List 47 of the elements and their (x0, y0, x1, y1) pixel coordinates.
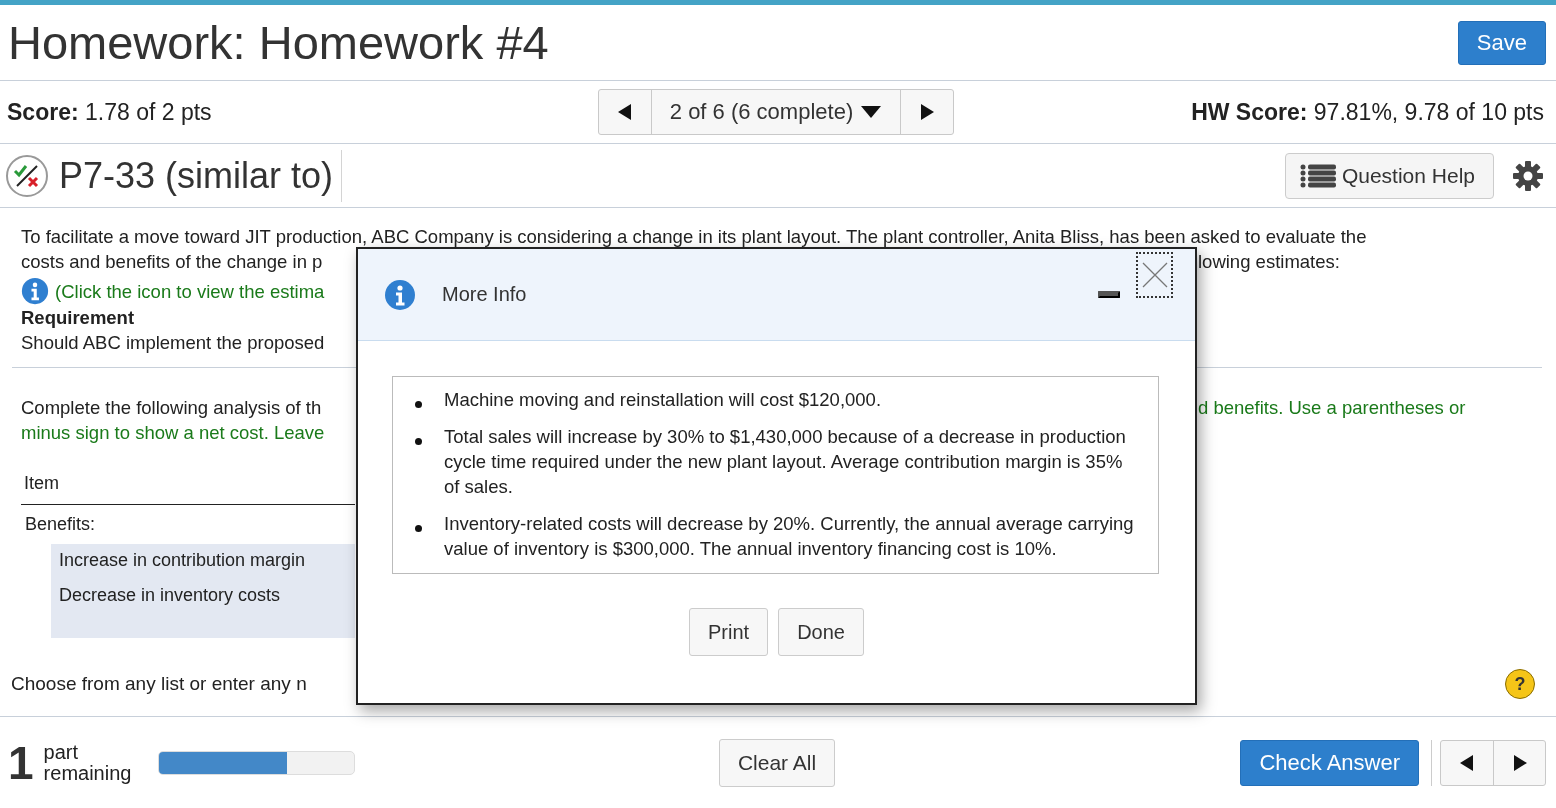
column-header: Item (21, 473, 355, 505)
check-answer-button[interactable]: Check Answer (1240, 739, 1419, 786)
estimate-text: Inventory-related costs will decrease by 20%. Currently, the annual average carrying value of inventory is $300,000. The annual inventory financing cost is 10%. (444, 512, 1135, 561)
right-triangle-icon (919, 104, 934, 120)
question-text: Should ABC implement the proposed (21, 332, 325, 353)
partial-credit-icon (5, 153, 49, 198)
estimate-text: Total sales will increase by 30% to $1,430,000 because of a decrease in production cycle time required under the new plant layout. Average contribution margin is 35% of sales. (444, 425, 1127, 499)
help-button[interactable]: ? (1505, 669, 1535, 699)
info-link-text: (Click the icon to view the estima (55, 279, 325, 304)
estimate-text: Machine moving and reinstallation will cost $120,000. (444, 388, 882, 412)
page-title: Homework: Homework #4 (8, 15, 549, 70)
question-title: P7-33 (similar to) (59, 149, 343, 202)
bullet-icon (415, 438, 422, 445)
left-triangle-icon (617, 104, 632, 120)
bullet-icon (415, 401, 422, 408)
requirement-heading: Requirement (21, 307, 135, 328)
group-label: Benefits: (24, 513, 97, 535)
dialog-title: More Info (442, 283, 527, 306)
minimize-button[interactable] (1098, 291, 1120, 298)
remaining-label: part remaining (43, 741, 133, 784)
settings-icon[interactable] (1512, 159, 1544, 192)
info-icon[interactable] (384, 278, 416, 311)
question-text: lowing estimates: (1198, 251, 1340, 272)
hint-text: Choose from any list or enter any n (11, 673, 307, 695)
close-icon (1141, 261, 1168, 288)
question-text: To facilitate a move toward JIT production, ABC Company is considering a change in its plant layout. The plant controller, Anita Bliss, has been asked to evaluate the (21, 226, 1367, 247)
right-triangle-icon (1512, 754, 1527, 771)
left-triangle-icon (1460, 754, 1474, 771)
close-button[interactable] (1136, 251, 1173, 298)
question-help-button[interactable]: Question Help (1284, 152, 1494, 199)
instruction-text: d benefits. Use a parentheses or (1198, 397, 1466, 418)
row-label: Increase in contribution margin (59, 550, 307, 571)
score-text: Score: 1.78 of 2 pts (7, 98, 213, 126)
dialog-button[interactable]: Done (778, 608, 864, 656)
question-text: Complete the following analysis of th (21, 397, 322, 418)
info-icon[interactable] (21, 277, 49, 305)
caret-icon (861, 106, 882, 118)
row-label: Decrease in inventory costs (59, 585, 282, 606)
list-icon (1299, 163, 1336, 188)
hw-score-text: HW Score: 97.81%, 9.78 of 10 pts (1191, 98, 1544, 126)
instruction-text: minus sign to show a net cost. Leave (21, 422, 325, 443)
remaining-count: 1 (8, 735, 34, 790)
clear-all-button[interactable]: Clear All (718, 738, 836, 787)
question-text: costs and benefits of the change in p (21, 251, 323, 272)
dialog-button[interactable]: Print (689, 608, 769, 656)
bullet-icon (415, 525, 422, 532)
save-button[interactable]: Save (1457, 20, 1546, 65)
